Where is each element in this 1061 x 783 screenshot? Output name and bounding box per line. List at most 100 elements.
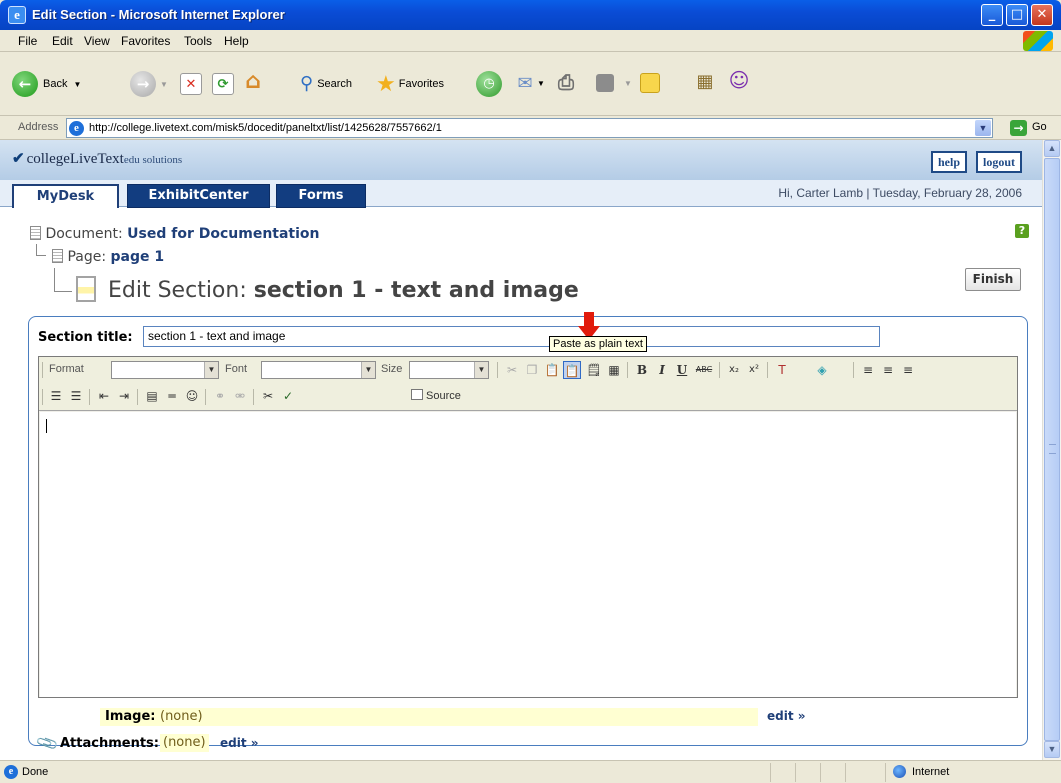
source-label: Source bbox=[426, 390, 461, 402]
toolbar-separator bbox=[42, 362, 43, 378]
section-title-input[interactable]: section 1 - text and image bbox=[143, 326, 880, 347]
size-select[interactable]: ▼ bbox=[409, 361, 489, 379]
back-label: Back bbox=[43, 78, 68, 90]
favorites-label: Favorites bbox=[398, 78, 444, 90]
finish-button[interactable]: Finish bbox=[965, 268, 1021, 291]
page-label: Page: bbox=[67, 249, 107, 265]
menu-edit[interactable]: Edit bbox=[52, 34, 73, 48]
status-panel bbox=[885, 763, 886, 782]
go-button[interactable]: Go bbox=[1032, 121, 1047, 133]
status-text: Done bbox=[22, 766, 49, 778]
background-color-icon[interactable]: ◈ bbox=[813, 361, 831, 379]
menu-help[interactable]: Help bbox=[224, 34, 249, 48]
forward-arrow-icon: → bbox=[130, 71, 156, 97]
history-icon[interactable]: ◷ bbox=[476, 71, 502, 97]
numbered-list-icon[interactable]: ☰ bbox=[47, 387, 65, 405]
underline-icon[interactable]: U bbox=[673, 361, 691, 379]
indent-icon[interactable]: ⇥ bbox=[115, 387, 133, 405]
attachments-edit-link[interactable]: edit » bbox=[220, 736, 259, 750]
editor-text-area[interactable] bbox=[40, 412, 1016, 697]
spellcheck-icon[interactable]: ✓ bbox=[279, 387, 297, 405]
superscript-icon[interactable]: x² bbox=[745, 361, 763, 379]
research-icon[interactable]: ▦ bbox=[694, 71, 716, 93]
minimize-button[interactable]: _ bbox=[981, 4, 1003, 26]
bulleted-list-icon[interactable]: ☰ bbox=[67, 387, 85, 405]
heading-section-name: section 1 - text and image bbox=[253, 278, 579, 303]
question-icon[interactable]: ? bbox=[1015, 224, 1029, 238]
address-input[interactable]: e http://college.livetext.com/misk5/doce… bbox=[66, 118, 993, 138]
arrow-stem bbox=[584, 312, 594, 326]
favorites-button[interactable]: ★ Favorites bbox=[376, 71, 444, 97]
refresh-icon[interactable]: ⟳ bbox=[212, 73, 234, 95]
back-button[interactable]: ← Back ▼ bbox=[12, 71, 81, 97]
align-right-icon[interactable]: ≡ bbox=[899, 361, 917, 379]
print-icon[interactable]: ⎙ bbox=[555, 71, 577, 93]
copy-icon[interactable]: ❐ bbox=[523, 361, 541, 379]
home-icon[interactable]: ⌂ bbox=[242, 71, 264, 93]
site-header: ✔ collegeLiveTextedu solutions help logou… bbox=[0, 140, 1042, 180]
chevron-down-icon[interactable]: ▼ bbox=[975, 120, 991, 136]
menu-file[interactable]: File bbox=[18, 34, 37, 48]
status-panel bbox=[795, 763, 796, 782]
select-all-icon[interactable]: ▦ bbox=[605, 361, 623, 379]
main-nav: MyDesk ExhibitCenter Forms Hi, Carter La… bbox=[0, 180, 1042, 208]
italic-icon[interactable]: I bbox=[653, 361, 671, 379]
align-center-icon[interactable]: ≡ bbox=[879, 361, 897, 379]
browser-toolbar: ← Back ▼ → ▼ ✕ ⟳ ⌂ ⚲ Search ★ Favorites … bbox=[0, 53, 1061, 116]
paste-plain-text-icon[interactable]: 📋 bbox=[563, 361, 581, 379]
page-title: Edit Section: section 1 - text and image bbox=[108, 278, 579, 303]
table-icon[interactable]: ▤ bbox=[143, 387, 161, 405]
paste-icon[interactable]: 📋 bbox=[543, 361, 561, 379]
menu-view[interactable]: View bbox=[84, 34, 110, 48]
align-left-icon[interactable]: ≡ bbox=[859, 361, 877, 379]
subscript-icon[interactable]: x₂ bbox=[725, 361, 743, 379]
maximize-button[interactable]: □ bbox=[1006, 4, 1028, 26]
outdent-icon[interactable]: ⇤ bbox=[95, 387, 113, 405]
document-link[interactable]: Used for Documentation bbox=[127, 226, 319, 242]
scroll-thumb[interactable] bbox=[1044, 158, 1060, 741]
close-button[interactable]: ✕ bbox=[1031, 4, 1053, 26]
remove-format-icon[interactable]: ✂ bbox=[259, 387, 277, 405]
page-link[interactable]: page 1 bbox=[111, 249, 165, 265]
brand-suffix: edu solutions bbox=[123, 154, 183, 166]
toolbar-separator bbox=[719, 362, 720, 378]
section-icon bbox=[76, 276, 96, 302]
tab-mydesk[interactable]: MyDesk bbox=[12, 184, 119, 208]
image-edit-link[interactable]: edit » bbox=[767, 709, 806, 723]
smiley-icon[interactable]: ☺ bbox=[183, 387, 201, 405]
format-select[interactable]: ▼ bbox=[111, 361, 219, 379]
stop-icon[interactable]: ✕ bbox=[180, 73, 202, 95]
bold-icon[interactable]: B bbox=[633, 361, 651, 379]
menu-favorites[interactable]: Favorites bbox=[121, 34, 170, 48]
user-greeting: Hi, Carter Lamb | Tuesday, February 28, … bbox=[778, 186, 1022, 200]
help-button[interactable]: help bbox=[931, 151, 968, 173]
unlink-icon[interactable]: ⚮ bbox=[231, 387, 249, 405]
link-icon[interactable]: ⚭ bbox=[211, 387, 229, 405]
rich-text-editor: Format ▼ Font ▼ Size ▼ ✂ ❐ 📋 📋 🗒 ▦ B I U… bbox=[38, 356, 1018, 698]
scroll-up-icon[interactable]: ▲ bbox=[1044, 140, 1060, 157]
horizontal-rule-icon[interactable]: ═ bbox=[163, 387, 181, 405]
forward-button[interactable]: → ▼ bbox=[130, 71, 168, 97]
logout-button[interactable]: logout bbox=[976, 151, 1023, 173]
strikethrough-icon[interactable]: ABC bbox=[695, 361, 713, 379]
edit-page-icon[interactable] bbox=[596, 74, 614, 92]
tab-forms[interactable]: Forms bbox=[276, 184, 366, 208]
chevron-down-icon: ▼ bbox=[474, 362, 488, 378]
menu-tools[interactable]: Tools bbox=[184, 34, 212, 48]
star-icon: ★ bbox=[376, 71, 396, 96]
search-button[interactable]: ⚲ Search bbox=[300, 73, 352, 94]
paste-from-word-icon[interactable]: 🗒 bbox=[585, 361, 603, 379]
source-button[interactable]: Source bbox=[411, 389, 461, 402]
cut-icon[interactable]: ✂ bbox=[503, 361, 521, 379]
scroll-down-icon[interactable]: ▼ bbox=[1044, 741, 1060, 758]
go-arrow-icon[interactable]: → bbox=[1010, 120, 1027, 136]
chevron-down-icon: ▼ bbox=[361, 362, 375, 378]
font-select[interactable]: ▼ bbox=[261, 361, 376, 379]
discuss-icon[interactable] bbox=[640, 73, 660, 93]
windows-logo-icon bbox=[1023, 31, 1053, 51]
messenger-icon[interactable]: ☺ bbox=[728, 69, 750, 91]
tab-exhibitcenter[interactable]: ExhibitCenter bbox=[127, 184, 270, 208]
text-color-icon[interactable]: T bbox=[773, 361, 791, 379]
mail-icon[interactable]: ✉ bbox=[514, 73, 536, 95]
vertical-scrollbar[interactable]: ▲ ▼ bbox=[1042, 140, 1061, 760]
